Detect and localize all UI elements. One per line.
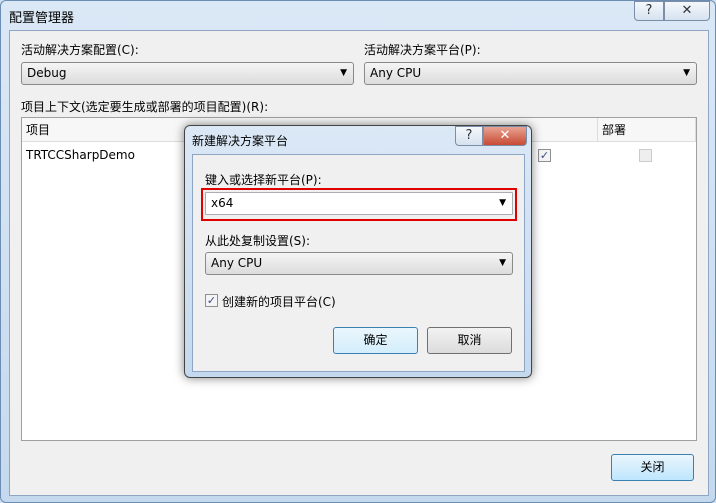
platform-label: 活动解决方案平台(P): bbox=[364, 43, 481, 57]
dropdown-arrow-icon: ▼ bbox=[340, 68, 347, 78]
window-close-button[interactable]: ✕ bbox=[664, 1, 710, 21]
copy-settings-label: 从此处复制设置(S): bbox=[205, 234, 311, 248]
project-name: TRTCCSharpDemo bbox=[26, 148, 135, 162]
platform-value: Any CPU bbox=[370, 66, 422, 80]
context-label: 项目上下文(选定要生成或部署的项目配置)(R): bbox=[21, 100, 269, 114]
config-combo[interactable]: Debug ▼ bbox=[21, 62, 354, 85]
close-button[interactable]: 关闭 bbox=[611, 454, 694, 481]
config-label: 活动解决方案配置(C): bbox=[21, 43, 139, 57]
build-checkbox[interactable]: ✓ bbox=[538, 149, 551, 162]
dropdown-arrow-icon: ▼ bbox=[499, 258, 506, 268]
new-platform-value: x64 bbox=[211, 196, 234, 210]
create-project-platforms-label: 创建新的项目平台(C) bbox=[222, 295, 336, 309]
new-platform-combo[interactable]: x64 ▼ bbox=[205, 192, 513, 215]
new-platform-label: 键入或选择新平台(P): bbox=[205, 173, 322, 187]
cancel-button[interactable]: 取消 bbox=[427, 327, 512, 354]
dropdown-arrow-icon: ▼ bbox=[499, 198, 506, 208]
dialog-close-button[interactable]: ✕ bbox=[483, 126, 527, 146]
column-header-deploy[interactable]: 部署 bbox=[598, 118, 696, 142]
window-title: 配置管理器 bbox=[9, 11, 75, 26]
new-platform-dialog: 新建解决方案平台 ? ✕ 键入或选择新平台(P): x64 ▼ 从此处复制设置(S… bbox=[184, 125, 532, 378]
create-project-platforms-checkbox[interactable]: ✓ bbox=[205, 294, 218, 307]
copy-settings-value: Any CPU bbox=[211, 256, 263, 270]
deploy-checkbox[interactable] bbox=[639, 149, 652, 162]
config-value: Debug bbox=[27, 66, 67, 80]
dropdown-arrow-icon: ▼ bbox=[683, 68, 690, 78]
platform-combo[interactable]: Any CPU ▼ bbox=[364, 62, 697, 85]
ok-button[interactable]: 确定 bbox=[333, 327, 418, 354]
help-button[interactable]: ? bbox=[634, 1, 664, 21]
copy-settings-combo[interactable]: Any CPU ▼ bbox=[205, 252, 513, 275]
dialog-title: 新建解决方案平台 bbox=[192, 134, 289, 148]
dialog-help-button[interactable]: ? bbox=[455, 126, 483, 146]
